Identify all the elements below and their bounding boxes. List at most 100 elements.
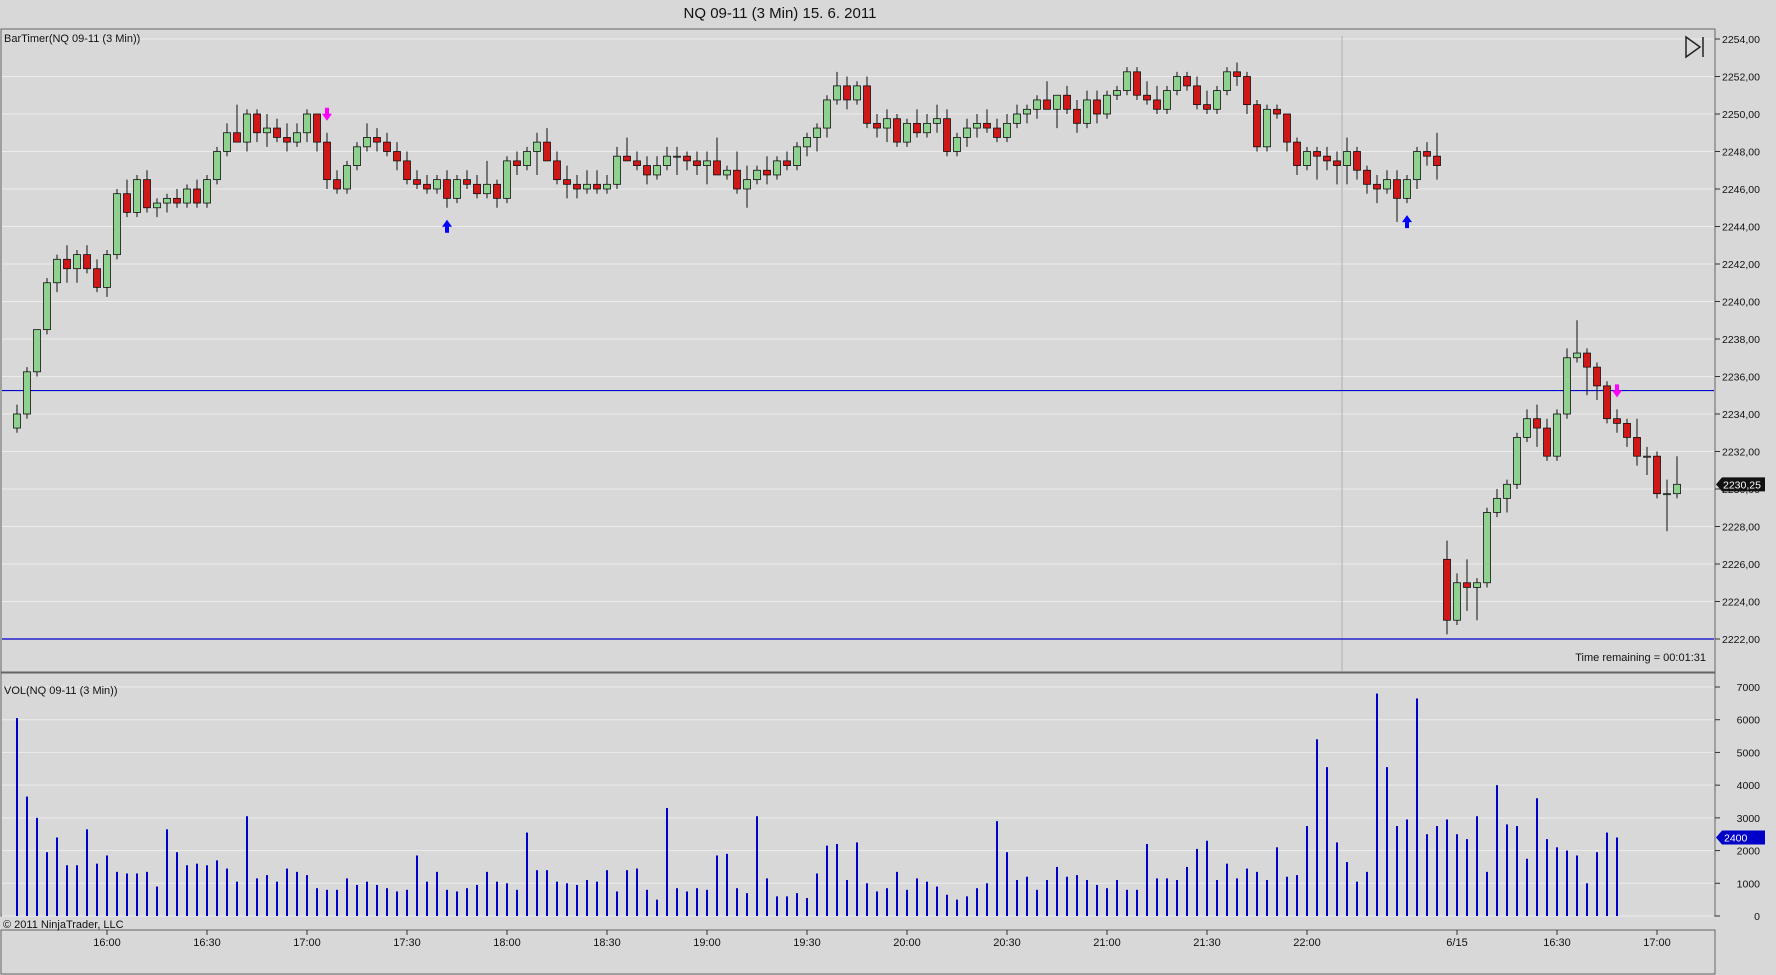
volume-bar	[1466, 839, 1468, 916]
volume-bar	[666, 808, 668, 916]
candle-body	[1513, 437, 1521, 485]
candle-body	[743, 179, 751, 190]
volume-bar	[536, 870, 538, 916]
candle	[113, 189, 121, 260]
volume-bar	[746, 893, 748, 916]
candle-body	[203, 179, 211, 204]
volume-bar	[86, 829, 88, 916]
volume-bar	[1156, 878, 1158, 916]
candle	[893, 114, 901, 147]
volume-bar	[1056, 866, 1058, 916]
candle	[1253, 99, 1261, 152]
candle-body	[573, 183, 581, 190]
volume-bar	[1106, 888, 1108, 916]
candle-body	[1423, 151, 1431, 157]
candle-body	[453, 179, 461, 199]
volume-bar	[446, 889, 448, 916]
candle-body	[633, 160, 641, 166]
candle-body	[1533, 418, 1541, 429]
volume-bar	[1506, 824, 1508, 916]
volume-bar	[1446, 819, 1448, 916]
volume-bar	[676, 888, 678, 916]
time-tick-label: 16:30	[193, 937, 221, 949]
candle-body	[823, 99, 831, 129]
candle-body	[1013, 113, 1021, 124]
candle-body	[803, 137, 811, 148]
candle-body	[1133, 71, 1141, 96]
candle	[1483, 507, 1491, 588]
time-tick-label: 18:00	[493, 937, 521, 949]
volume-bar	[26, 796, 28, 916]
volume-tick-label: 1000	[1737, 878, 1761, 890]
candle-body	[53, 258, 61, 284]
volume-bar	[1606, 832, 1608, 916]
volume-bar	[846, 880, 848, 916]
volume-bar	[96, 863, 98, 916]
candle-body	[413, 179, 421, 185]
candle-body	[1173, 76, 1181, 91]
candle	[1603, 381, 1611, 424]
volume-bar	[1386, 767, 1388, 916]
price-tick-label: 2244,00	[1722, 222, 1760, 234]
candle-body	[373, 137, 381, 143]
volume-bar	[416, 855, 418, 916]
price-tick-label: 2238,00	[1722, 334, 1760, 346]
volume-bar	[1556, 847, 1558, 916]
volume-bar	[566, 883, 568, 916]
candle-body	[1473, 582, 1481, 588]
candle-body	[443, 179, 451, 199]
candle-body	[1483, 512, 1491, 584]
candle-body	[1203, 104, 1211, 110]
candle-body	[253, 113, 261, 134]
candle-body	[33, 329, 41, 373]
candle-body	[793, 146, 801, 166]
price-tick-label: 2224,00	[1722, 597, 1760, 609]
volume-bar	[236, 881, 238, 916]
volume-bar	[66, 865, 68, 916]
candle-body	[853, 85, 861, 101]
candle-body	[1143, 94, 1151, 101]
volume-bar	[816, 873, 818, 916]
volume-bar	[1126, 889, 1128, 916]
candle-body	[1353, 151, 1361, 171]
volume-bar	[496, 881, 498, 916]
volume-bar	[126, 873, 128, 916]
time-tick-label: 17:00	[293, 937, 321, 949]
candle-body	[83, 254, 91, 270]
candle-body	[283, 137, 291, 143]
candle-body	[953, 137, 961, 152]
candle-body	[1383, 179, 1391, 190]
volume-bar	[16, 718, 18, 916]
candle-body	[1583, 352, 1591, 368]
volume-bar	[226, 868, 228, 916]
candle-body	[923, 122, 931, 134]
candle-body	[1403, 179, 1411, 199]
volume-bar	[1286, 876, 1288, 916]
volume-bar	[396, 891, 398, 916]
svg-text:2230,25: 2230,25	[1723, 479, 1761, 491]
volume-bar	[216, 860, 218, 916]
volume-bar	[46, 852, 48, 916]
volume-bar	[1306, 826, 1308, 916]
volume-panel-label: VOL(NQ 09-11 (3 Min))	[4, 685, 118, 697]
candle-body	[153, 202, 161, 209]
volume-bar	[836, 844, 838, 916]
candle-body	[1293, 141, 1301, 166]
volume-bar	[1216, 880, 1218, 916]
volume-bar	[706, 889, 708, 916]
candle-body	[143, 179, 151, 209]
volume-bar	[156, 886, 158, 916]
volume-bar	[1476, 816, 1478, 916]
candle-body	[603, 183, 611, 190]
volume-bar	[1516, 826, 1518, 916]
volume-bar	[1066, 876, 1068, 916]
candle-body	[1193, 85, 1201, 106]
time-tick-label: 21:00	[1093, 937, 1121, 949]
volume-bar	[166, 829, 168, 916]
candle-body	[363, 137, 371, 148]
candle-body	[1113, 90, 1121, 96]
volume-bar	[196, 863, 198, 916]
candle-body	[943, 118, 951, 152]
time-tick-label: 21:30	[1193, 937, 1221, 949]
candle-body	[1523, 418, 1531, 438]
